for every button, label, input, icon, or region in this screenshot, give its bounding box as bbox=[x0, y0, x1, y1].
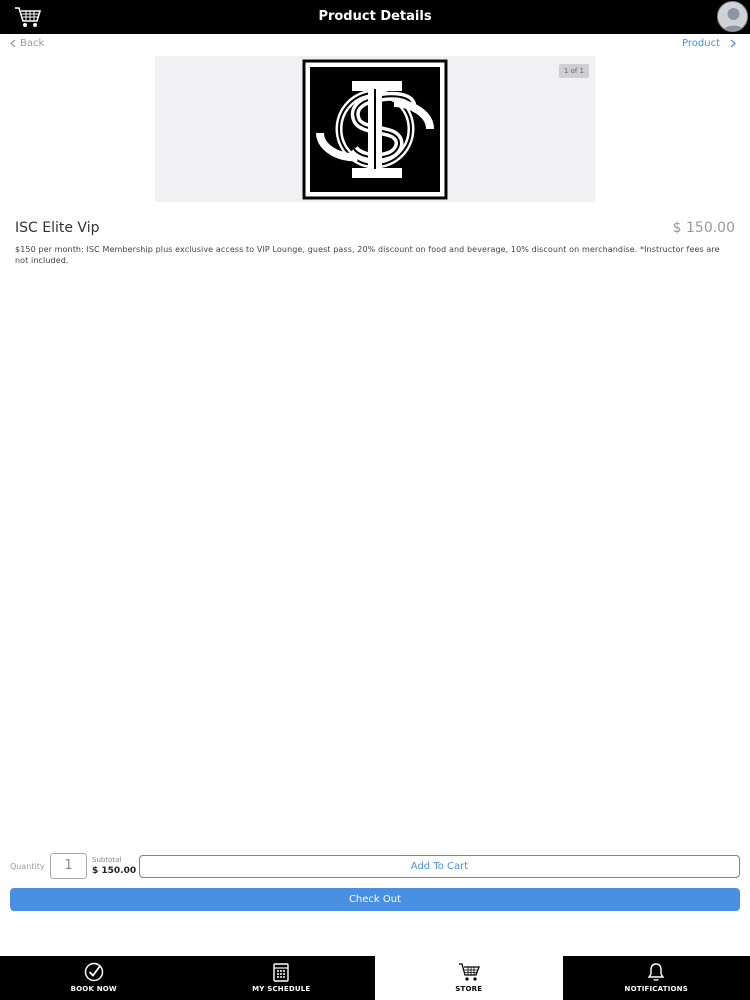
product-image-carousel[interactable]: 1 of 1 bbox=[155, 56, 595, 202]
product-description: $150 per month: ISC Membership plus excl… bbox=[15, 245, 720, 265]
quantity-label: Quantity bbox=[10, 862, 45, 871]
add-to-cart-button[interactable]: Add To Cart bbox=[139, 855, 740, 878]
bell-icon bbox=[647, 963, 665, 981]
cart-icon bbox=[458, 963, 480, 981]
check-circle-icon bbox=[84, 962, 103, 982]
avatar-icon[interactable] bbox=[717, 1, 748, 32]
back-button[interactable]: Back bbox=[10, 38, 44, 49]
tab-store[interactable]: STORE bbox=[375, 956, 563, 1000]
quantity-input[interactable]: 1 bbox=[50, 853, 87, 879]
checkout-button[interactable]: Check Out bbox=[10, 888, 740, 911]
tab-label: BOOK NOW bbox=[70, 985, 117, 993]
chevron-right-icon bbox=[730, 39, 736, 48]
chevron-left-icon bbox=[10, 39, 16, 48]
subtotal-label: Subtotal bbox=[92, 856, 122, 864]
tab-bar: BOOK NOW MY SCHEDULE STORE NOTIFICATIONS bbox=[0, 956, 750, 1000]
top-bar: Product Details bbox=[0, 0, 750, 34]
nav-row: Back Product bbox=[0, 34, 750, 54]
breadcrumb[interactable]: Product bbox=[682, 38, 736, 49]
product-price: $ 150.00 bbox=[672, 220, 735, 236]
product-name: ISC Elite Vip bbox=[15, 220, 100, 236]
subtotal-value: $ 150.00 bbox=[92, 866, 137, 876]
back-label: Back bbox=[20, 38, 45, 49]
page-title: Product Details bbox=[318, 9, 432, 24]
tab-my-schedule[interactable]: MY SCHEDULE bbox=[187, 956, 375, 1000]
tab-label: STORE bbox=[455, 985, 483, 993]
image-counter: 1 of 1 bbox=[558, 64, 589, 78]
calendar-icon bbox=[273, 963, 289, 982]
breadcrumb-label: Product bbox=[682, 38, 720, 49]
tab-label: NOTIFICATIONS bbox=[624, 985, 688, 993]
isc-logo bbox=[302, 59, 448, 200]
tab-notifications[interactable]: NOTIFICATIONS bbox=[562, 956, 750, 1000]
tab-label: MY SCHEDULE bbox=[252, 985, 311, 993]
tab-book-now[interactable]: BOOK NOW bbox=[0, 956, 188, 1000]
